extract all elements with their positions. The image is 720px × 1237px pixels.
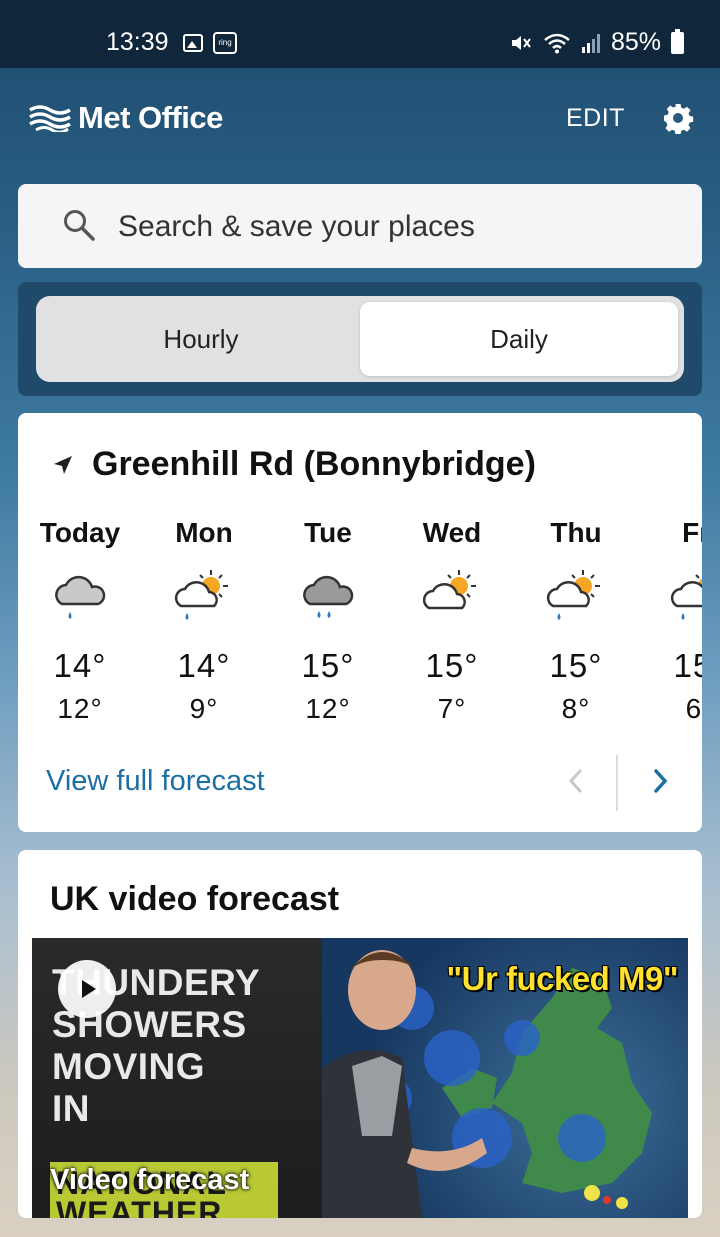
mute-icon	[511, 35, 531, 50]
location-name: Greenhill Rd (Bonnybridge)	[92, 445, 536, 483]
thumb-map-panel: "Ur fucked M9"	[322, 938, 688, 1218]
day-low: 6°	[685, 693, 702, 724]
day-low: 12°	[305, 693, 351, 724]
wifi-icon	[544, 33, 570, 53]
met-office-logo: Met Office	[28, 100, 223, 136]
view-full-forecast-link[interactable]: View full forecast	[46, 765, 265, 798]
search-bar[interactable]: Search & save your places	[18, 184, 702, 268]
video-section-title: UK video forecast	[50, 880, 340, 918]
day-high: 14°	[53, 647, 107, 684]
status-bar: 13:39 ring 85%	[0, 0, 720, 68]
status-right: 85%	[509, 28, 684, 57]
day-column-today[interactable]: Today 14° 12°	[18, 513, 142, 725]
day-high: 15°	[673, 647, 702, 684]
day-low: 8°	[561, 693, 591, 724]
day-column-wed[interactable]: Wed 15° 7°	[390, 513, 514, 725]
day-low: 7°	[437, 693, 467, 724]
nav-divider	[616, 755, 618, 811]
ring-icon: ring	[213, 32, 237, 54]
day-low: 9°	[189, 693, 219, 724]
gear-icon[interactable]	[662, 102, 694, 134]
video-thumbnail[interactable]: THUNDERY SHOWERS MOVING IN NATIONAL WEAT…	[32, 938, 688, 1218]
forecast-card: Greenhill Rd (Bonnybridge) Today 14° 12°…	[18, 413, 702, 832]
day-name: Mon	[175, 517, 233, 548]
tab-daily[interactable]: Daily	[360, 302, 678, 376]
day-list: Today 14° 12° Mon 14° 9° Tue 15° 12° Wed…	[18, 513, 702, 743]
sun-cloud-light-rain-icon	[546, 570, 600, 620]
video-forecast-card: UK video forecast THUNDERY SHOWERS MOVIN…	[18, 850, 702, 1218]
video-forecast-badge: Video forecast	[50, 1164, 250, 1196]
view-toggle-container: Hourly Daily	[18, 282, 702, 396]
chevron-right-icon[interactable]	[646, 761, 674, 801]
gallery-icon	[183, 34, 203, 52]
thumb-quote: "Ur fucked M9"	[446, 960, 678, 997]
day-high: 15°	[301, 647, 355, 684]
location-header[interactable]: Greenhill Rd (Bonnybridge)	[52, 445, 536, 484]
edit-button[interactable]: EDIT	[566, 104, 625, 133]
battery-icon	[671, 28, 684, 54]
battery-percent: 85%	[610, 28, 661, 56]
search-icon	[64, 210, 95, 241]
day-column-mon[interactable]: Mon 14° 9°	[142, 513, 266, 725]
signal-icon	[581, 33, 600, 53]
app-bar: Met Office EDIT	[0, 68, 720, 168]
search-input[interactable]: Search & save your places	[118, 210, 475, 244]
day-name: Tue	[304, 517, 352, 548]
met-office-logo-icon	[29, 105, 71, 132]
day-name: Today	[39, 517, 121, 548]
cloud-heavy-rain-icon	[303, 575, 354, 618]
play-button[interactable]	[58, 960, 116, 1018]
day-column-fri[interactable]: Fri 15° 6°	[638, 513, 702, 725]
tab-hourly[interactable]: Hourly	[42, 302, 360, 376]
day-low: 12°	[57, 693, 103, 724]
logo-text: Met Office	[78, 100, 223, 135]
day-column-tue[interactable]: Tue 15° 12°	[266, 513, 390, 725]
location-arrow-icon	[54, 455, 72, 474]
day-name: Fri	[682, 517, 702, 548]
sun-cloud-icon	[422, 570, 476, 610]
sun-cloud-light-rain-icon	[174, 570, 228, 620]
cloud-light-rain-icon	[55, 575, 106, 619]
day-name: Thu	[550, 517, 602, 548]
day-high: 15°	[549, 647, 603, 684]
chevron-left-icon[interactable]	[562, 761, 590, 801]
status-time: 13:39	[106, 28, 169, 56]
day-high: 14°	[177, 647, 231, 684]
day-high: 15°	[425, 647, 479, 684]
sun-cloud-light-rain-icon	[670, 574, 702, 620]
day-name: Wed	[422, 517, 482, 548]
day-column-thu[interactable]: Thu 15° 8°	[514, 513, 638, 725]
play-icon	[82, 980, 96, 998]
view-toggle: Hourly Daily	[36, 296, 684, 382]
